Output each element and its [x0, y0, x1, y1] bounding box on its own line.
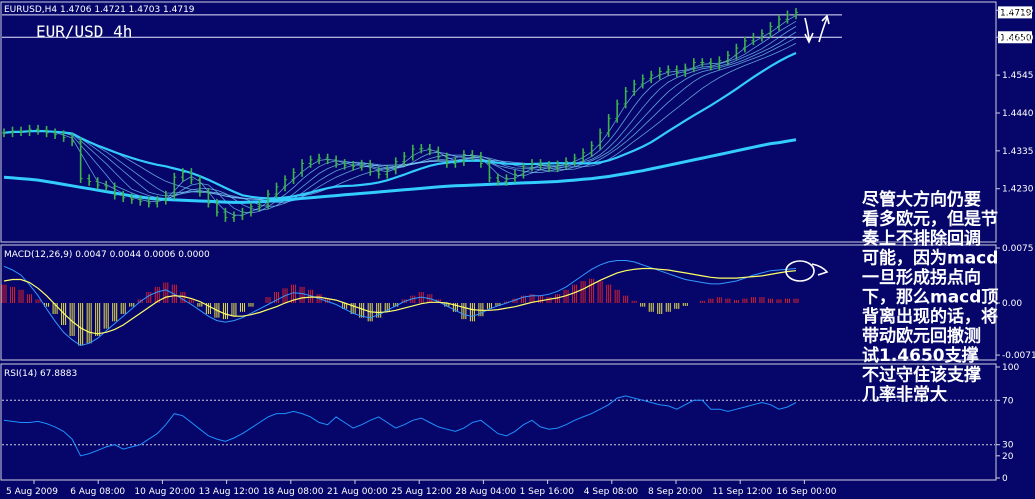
time-tick-label: 28 Aug 04:00 [455, 487, 516, 497]
annotation-arrows [804, 14, 830, 44]
rsi-tick-label: 30 [1002, 441, 1014, 451]
macd-histogram [1, 278, 799, 346]
price-tick-label: 1.4230 [1002, 185, 1034, 195]
annotation-line: 一旦形成拐点向 [862, 267, 981, 288]
annotation-line: 尽管大方向仍要 [862, 189, 981, 210]
macd-tick-label: 0.0075 [1002, 244, 1034, 254]
macd-tick-label: -0.0071 [1002, 351, 1035, 361]
rsi-panel [0, 363, 997, 481]
time-tick-label: 13 Aug 12:00 [199, 487, 260, 497]
annotation-line: 不过守住该支撑 [862, 365, 981, 386]
ma-ribbon-line [3, 26, 797, 211]
time-tick-label: 6 Aug 08:00 [70, 487, 125, 497]
macd-header: MACD(12,26,9) 0.0047 0.0044 0.0006 0.000… [4, 250, 210, 260]
rsi-header: RSI(14) 67.8883 [4, 369, 77, 379]
annotation-line: 奏上不排除回调 [861, 228, 981, 249]
watermark: EUR/USD 4h [36, 22, 132, 41]
time-tick-label: 5 Aug 2009 [6, 487, 58, 497]
time-tick-label: 11 Sep 12:00 [712, 487, 772, 497]
annotation-line: 下，那么macd顶 [862, 288, 998, 308]
time-tick-label: 4 Sep 08:00 [584, 487, 639, 497]
time-tick-label: 18 Aug 08:00 [263, 487, 324, 497]
time-tick-label: 21 Aug 00:00 [327, 487, 388, 497]
ma-ribbon-line [3, 20, 797, 214]
rsi-series [3, 395, 797, 457]
rsi-tick-label: 100 [1002, 363, 1019, 373]
price-tick-label: 1.4725 [1002, 6, 1034, 16]
annotation-line: 可能，因为macd [862, 248, 998, 269]
rsi-line [3, 395, 797, 457]
up-arrow-icon [818, 17, 828, 43]
annotation-line: 带动欧元回撤测 [862, 326, 981, 347]
moving-average-ribbon [3, 15, 797, 216]
ma-ribbon-line [3, 15, 797, 216]
annotation-line: 几率非常大 [862, 384, 947, 405]
annotation-line: 看多欧元，但是节 [861, 209, 998, 230]
time-tick-label: 8 Sep 20:00 [648, 487, 703, 497]
time-tick-label: 25 Aug 12:00 [391, 487, 452, 497]
macd-axis: 0.0075 0.00 -0.0071 [996, 244, 1035, 361]
annotation-line: 背离出现的话，将 [862, 306, 998, 327]
rsi-tick-label: 0 [1002, 474, 1008, 484]
price-panel [0, 1, 997, 243]
annotation-text: 尽管大方向仍要看多欧元，但是节奏上不排除回调可能，因为macd一旦形成拐点向下，… [861, 189, 998, 405]
price-tick-label: 1.4335 [1002, 147, 1034, 157]
time-tick-label: 16 Sep 00:00 [776, 487, 836, 497]
ma-ribbon-line [3, 37, 797, 203]
price-axis: 1.4725 1.4650 1.4545 1.4440 1.4335 1.4230 [996, 6, 1034, 195]
macd-panel [0, 244, 997, 361]
macd-signal-line [3, 267, 797, 335]
price-tick-label: 1.4650 [1002, 33, 1034, 43]
time-tick-label: 10 Aug 20:00 [134, 487, 195, 497]
rsi-tick-label: 20 [1002, 452, 1014, 462]
chart-canvas: EURUSD,H4 1.4706 1.4721 1.4703 1.4719 EU… [0, 1, 1035, 497]
annotation-line: 试1.4650支撑 [862, 345, 979, 366]
rsi-tick-label: 70 [1002, 396, 1014, 406]
price-tick-label: 1.4545 [1002, 71, 1034, 81]
price-tick-label: 1.4440 [1002, 109, 1034, 119]
macd-tick-label: 0.00 [1002, 299, 1022, 309]
time-axis: 5 Aug 2009 6 Aug 08:00 10 Aug 20:00 13 Aug … [6, 480, 837, 497]
symbol-header: EURUSD,H4 1.4706 1.4721 1.4703 1.4719 [4, 5, 195, 15]
time-tick-label: 1 Sep 16:00 [520, 487, 575, 497]
